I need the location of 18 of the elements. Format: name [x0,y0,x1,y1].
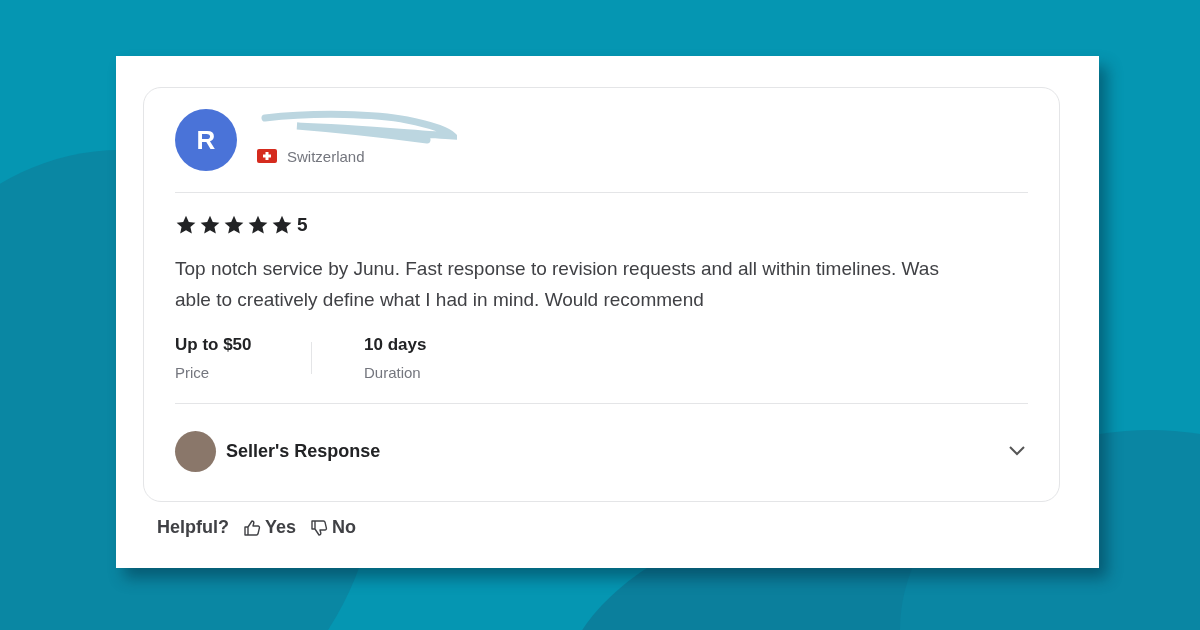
fact-value: 10 days [364,335,428,355]
seller-avatar [175,430,216,472]
helpful-label: Helpful? [157,517,229,538]
thumbs-down-icon [310,518,329,537]
fact-label: Duration [364,364,422,381]
yes-button[interactable]: Yes [243,517,297,538]
review-text: Top notch service by Junu. Fast response to revision requests and all within timelines. Was able to creatively define what I had in mind. Would recommend [175,257,940,312]
seller-response-label: Seller's Response [226,440,382,462]
flag-icon [257,149,277,163]
fact-label: Price [175,364,211,381]
seller-response-toggle[interactable]: Seller's Response [175,404,1028,498]
fact-value: Up to $50 [175,335,253,355]
rating-value: 5 [297,214,308,236]
no-button[interactable]: No [310,517,357,538]
avatar: R [175,109,237,171]
chevron-icon[interactable] [1008,445,1026,457]
thumbs-up-icon [243,518,261,537]
country-name: Switzerland [287,147,365,165]
